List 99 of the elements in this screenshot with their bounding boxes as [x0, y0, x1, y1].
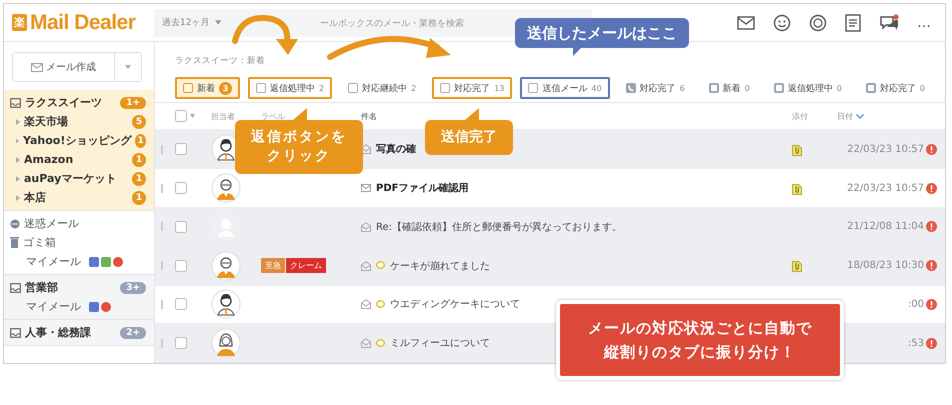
caret-icon [215, 20, 222, 25]
table-row[interactable]: Re:【確認依頼】住所と郵便番号が異なっております。 21/12/08 11:04 [155, 208, 945, 247]
tab[interactable]: 対応完了 13 [432, 77, 512, 99]
square-icon [774, 83, 784, 93]
caret-icon [125, 65, 131, 69]
chevron-icon [16, 156, 20, 162]
count-badge: 1 [132, 190, 146, 204]
tab[interactable]: 新着 3 [175, 77, 240, 99]
table-row[interactable]: 至急 クレーム ケーキが崩れてました 18/08/23 10:30 [155, 246, 945, 286]
drag-handle-icon [161, 300, 163, 309]
annotation-tooltip: 送信完了 [425, 120, 513, 155]
checkbox-icon [175, 298, 187, 310]
label-tag: クレーム [286, 258, 326, 274]
tab[interactable]: 対応完了 6 [618, 77, 693, 99]
document-icon [845, 14, 861, 32]
count-badge: 1+ [120, 96, 146, 108]
column-header[interactable]: 日付 [837, 110, 853, 122]
date-text: 22/03/23 10:57 [847, 182, 924, 194]
checkbox-icon [183, 83, 193, 93]
logo: Mail Dealer [30, 10, 136, 34]
checkbox-icon [256, 83, 266, 93]
inbox-icon [10, 328, 21, 338]
mail-subject[interactable]: Re:【確認依頼】住所と郵便番号が異なっております。 [376, 220, 622, 234]
mail-icon [737, 16, 755, 30]
date-text: :00 [908, 298, 924, 310]
date-text: :53 [908, 338, 924, 349]
drag-handle-icon [161, 184, 163, 193]
curved-arrow [232, 14, 298, 55]
checkbox-icon [175, 110, 187, 122]
count-badge: 3 [219, 82, 232, 94]
smiley-icon [773, 14, 791, 32]
count-badge: 2+ [120, 326, 146, 338]
count-badge: 1 [135, 134, 146, 148]
count-badge: 3+ [120, 282, 146, 294]
mail-subject[interactable]: ウエディングケーキについて [390, 297, 520, 312]
tab[interactable]: 送信メール 40 [520, 77, 610, 99]
checkbox-icon [528, 83, 538, 93]
date-text: 18/08/23 10:30 [847, 260, 924, 272]
mail-icon [31, 62, 43, 72]
checkbox-icon [348, 83, 358, 93]
tooltip-tail [573, 48, 581, 56]
trash-icon [10, 237, 19, 248]
column-header[interactable]: 件名 [361, 110, 377, 122]
tab[interactable]: 返信処理中 0 [766, 77, 850, 99]
tab[interactable]: 対応完了 0 [858, 77, 933, 99]
tab[interactable]: 返信処理中 2 [248, 77, 332, 99]
phone-icon [626, 83, 636, 93]
group-name[interactable]: ラクススイーツ [25, 95, 116, 110]
checkbox-icon [440, 83, 450, 93]
mail-subject[interactable]: ミルフィーユについて [390, 336, 490, 350]
count-badge: 1 [132, 152, 146, 166]
drag-handle-icon [161, 144, 163, 154]
label-tag: 至急 [261, 258, 285, 274]
sort-icon [856, 114, 864, 119]
square-icon [866, 83, 876, 93]
chevron-icon [16, 138, 20, 144]
date-text: 21/12/08 11:04 [847, 221, 924, 232]
checkbox-icon [175, 260, 187, 272]
inbox-icon [10, 98, 21, 108]
sidebar-item[interactable]: Amazon [24, 153, 128, 166]
count-badge: 1 [132, 172, 146, 186]
caret-icon [190, 114, 195, 118]
checkbox-icon [175, 337, 187, 350]
compose-button[interactable]: メール作成 [13, 53, 115, 81]
square-icon [708, 83, 719, 93]
mail-subject[interactable]: ケーキが崩れてました [390, 258, 490, 273]
checkbox-icon [175, 220, 187, 233]
drag-handle-icon [161, 338, 163, 348]
sidebar-item[interactable]: auPayマーケット [24, 171, 128, 186]
mail-subject[interactable]: PDFファイル確認用 [376, 181, 468, 196]
drag-handle-icon [161, 222, 163, 232]
folder-name[interactable]: ゴミ箱 [23, 235, 56, 250]
sidebar-item[interactable]: Yahoo!ショッピング [23, 133, 132, 148]
sidebar-item[interactable]: 本店 [24, 190, 128, 205]
tab[interactable]: 新着 0 [700, 77, 758, 99]
inbox-icon [10, 282, 21, 292]
breadcrumb: ラクススイーツ：新着 [175, 55, 266, 67]
date-text: 22/03/23 10:57 [847, 144, 924, 155]
chevron-icon [16, 194, 20, 200]
checkbox-icon [175, 143, 187, 156]
drag-handle-icon [161, 261, 163, 270]
checkbox-icon [175, 182, 187, 194]
tab[interactable]: 対応継続中 2 [340, 77, 424, 99]
annotation-tooltip: 返信ボタンを クリック [235, 120, 363, 174]
logo-mark: 楽 [12, 14, 27, 31]
folder-name[interactable]: マイメール [26, 254, 81, 269]
group-name[interactable]: 営業部 [25, 280, 116, 295]
chevron-icon [16, 176, 20, 182]
folder-name[interactable]: マイメール [26, 299, 81, 314]
group-name[interactable]: 人事・総務課 [25, 325, 116, 340]
annotation-tooltip: 送信したメールはここ [515, 18, 689, 48]
spam-icon [10, 218, 20, 228]
chat-icon [879, 14, 899, 32]
folder-name[interactable]: 迷惑メール [24, 216, 79, 231]
more-button[interactable]: … [917, 14, 931, 30]
sidebar-item[interactable]: 楽天市場 [24, 114, 128, 129]
count-badge: 5 [132, 114, 146, 128]
mail-subject[interactable]: 写真の確 [376, 142, 416, 156]
chevron-icon [16, 118, 20, 124]
